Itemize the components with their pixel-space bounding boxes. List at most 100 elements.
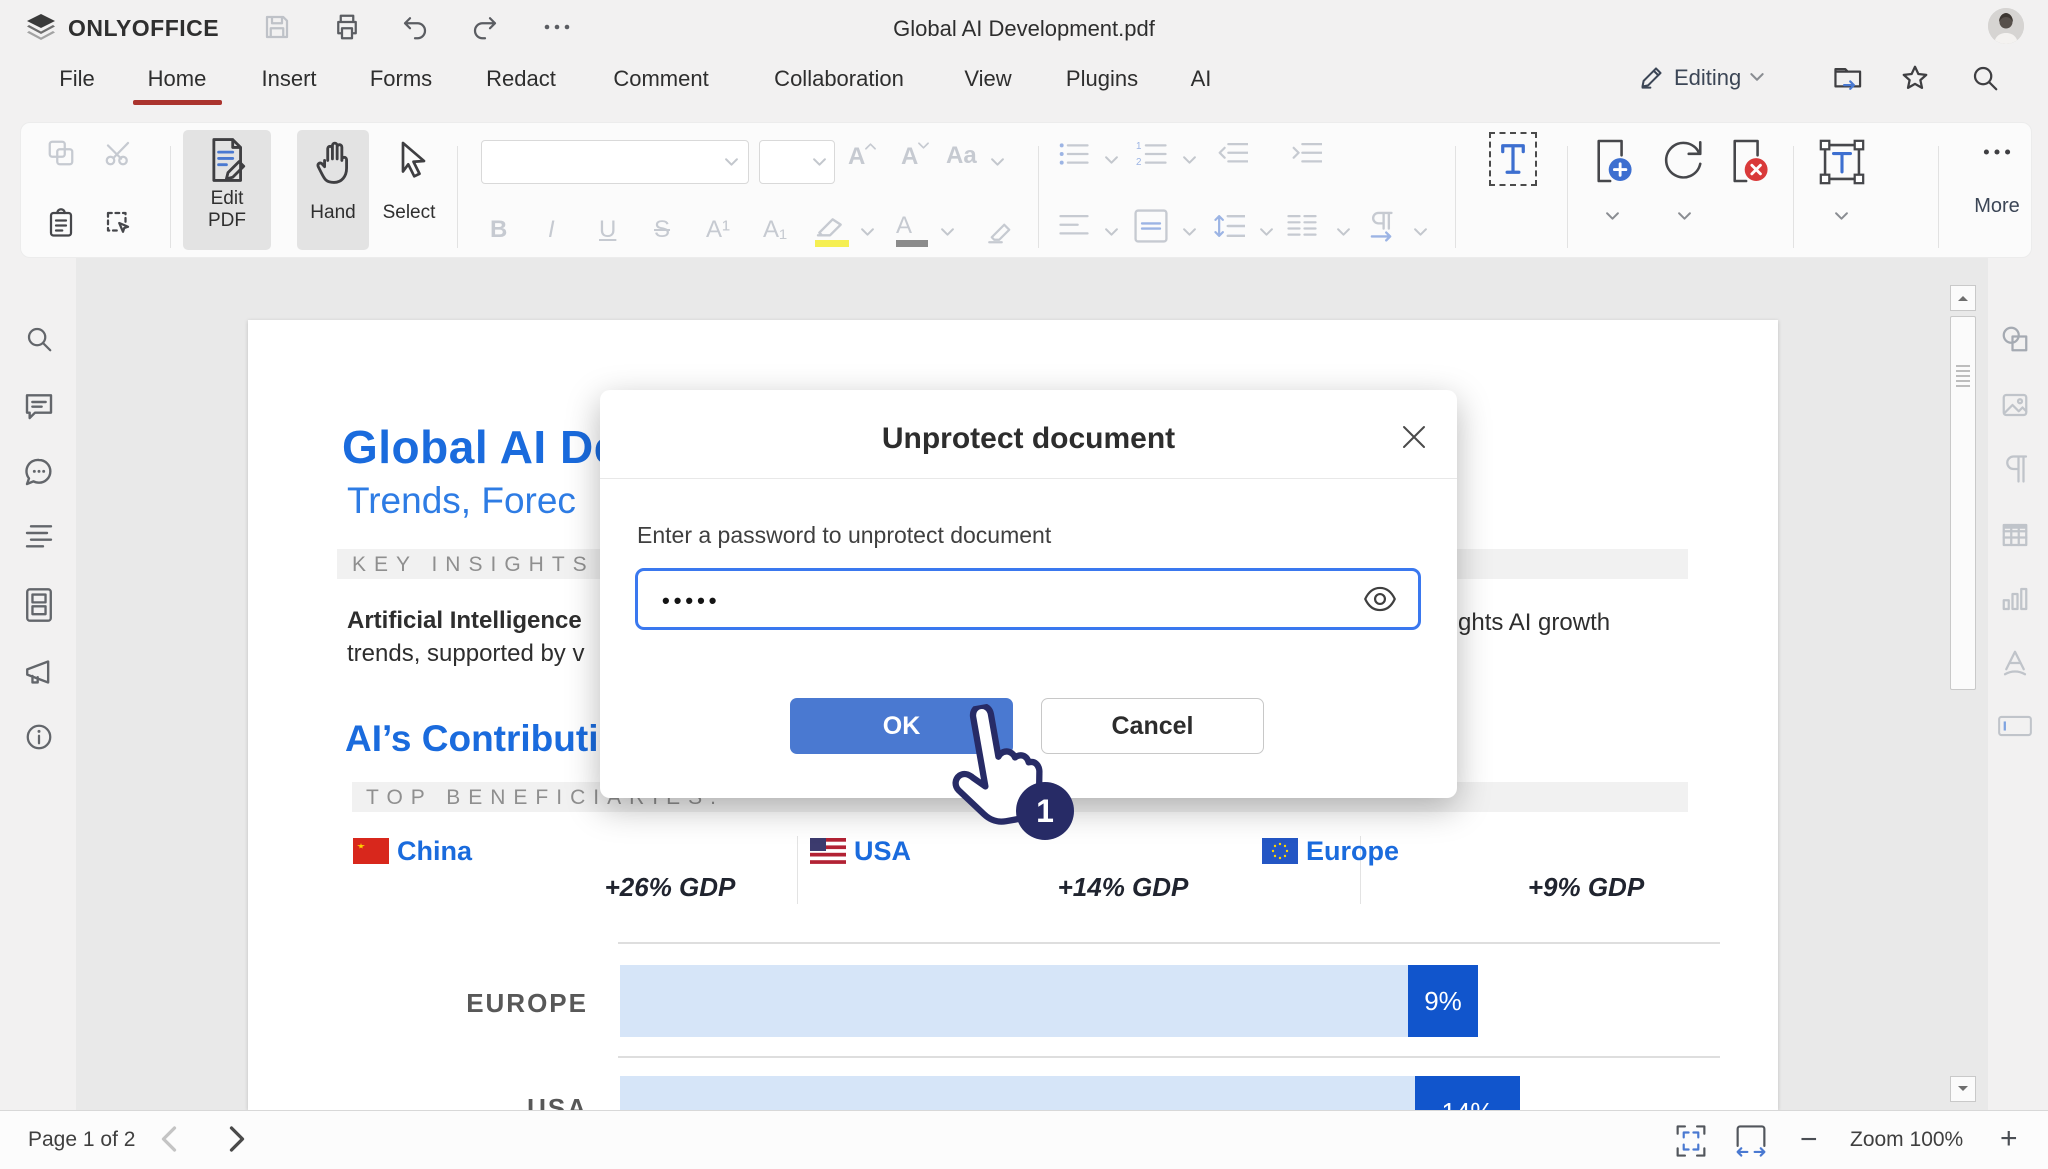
- feedback-icon[interactable]: [22, 656, 56, 688]
- page-thumbnails-icon[interactable]: [24, 588, 54, 622]
- chevron-down-icon[interactable]: [1105, 228, 1118, 237]
- edit-pdf-button[interactable]: EditPDF: [183, 130, 271, 250]
- menu-forms[interactable]: Forms: [370, 66, 432, 92]
- italic-button[interactable]: I: [548, 216, 555, 244]
- edit-pdf-icon: [209, 138, 247, 182]
- subscript-button[interactable]: A₁: [763, 216, 787, 244]
- search-icon[interactable]: [1970, 63, 2000, 93]
- fit-page-icon[interactable]: [1675, 1124, 1707, 1158]
- chart-category-label: USA: [430, 1093, 588, 1110]
- chart-settings-icon[interactable]: [2000, 584, 2030, 614]
- menu-insert[interactable]: Insert: [261, 66, 316, 92]
- menu-view[interactable]: View: [964, 66, 1011, 92]
- copy-icon[interactable]: [46, 138, 76, 168]
- toolbar-more-button[interactable]: More: [1962, 136, 2032, 236]
- scroll-down-button[interactable]: [1950, 1076, 1976, 1102]
- chevron-down-icon[interactable]: [1414, 228, 1427, 237]
- increase-indent-icon[interactable]: [1290, 140, 1322, 168]
- menu-file[interactable]: File: [59, 66, 94, 92]
- strikethrough-button[interactable]: S: [654, 216, 670, 244]
- vertical-align-icon[interactable]: [1133, 208, 1169, 244]
- image-settings-icon[interactable]: [2000, 390, 2030, 420]
- chevron-down-icon[interactable]: [1105, 156, 1118, 165]
- paragraph-direction-icon[interactable]: [1364, 210, 1398, 242]
- select-area-icon[interactable]: [103, 208, 133, 238]
- menu-collaboration[interactable]: Collaboration: [774, 66, 904, 92]
- chevron-down-icon[interactable]: [1606, 212, 1619, 221]
- table-settings-icon[interactable]: [2000, 520, 2030, 550]
- cut-icon[interactable]: [103, 138, 133, 168]
- favorite-star-icon[interactable]: [1900, 63, 1930, 93]
- menu-comment[interactable]: Comment: [613, 66, 708, 92]
- chevron-down-icon[interactable]: [1183, 156, 1196, 165]
- shape-settings-icon[interactable]: [2000, 324, 2030, 354]
- next-page-button[interactable]: [226, 1126, 248, 1152]
- decrease-indent-icon[interactable]: [1216, 140, 1248, 168]
- cancel-button[interactable]: Cancel: [1041, 698, 1264, 754]
- menu-plugins[interactable]: Plugins: [1066, 66, 1138, 92]
- highlight-color-button[interactable]: [813, 214, 851, 250]
- bold-button[interactable]: B: [490, 216, 507, 244]
- zoom-out-button[interactable]: −: [1800, 1125, 1818, 1155]
- clear-style-icon[interactable]: [983, 216, 1013, 246]
- zoom-in-button[interactable]: +: [2000, 1124, 2018, 1154]
- edit-text-object-icon[interactable]: [1818, 138, 1866, 186]
- comments-panel-icon[interactable]: [23, 390, 55, 422]
- chevron-down-icon[interactable]: [1678, 212, 1691, 221]
- avatar[interactable]: [1988, 8, 2024, 44]
- headings-panel-icon[interactable]: [23, 522, 55, 552]
- line-spacing-icon[interactable]: [1213, 212, 1245, 240]
- paragraph-line2-text: trends, supported by v: [347, 640, 584, 668]
- menu-home[interactable]: Home: [148, 66, 207, 92]
- font-color-button[interactable]: A: [896, 212, 930, 250]
- open-file-location-icon[interactable]: [1833, 64, 1865, 94]
- fit-width-icon[interactable]: [1735, 1124, 1767, 1158]
- select-tool-button[interactable]: Select: [372, 130, 446, 250]
- editing-mode-selector[interactable]: Editing: [1638, 64, 1764, 91]
- editing-mode-label: Editing: [1674, 65, 1741, 91]
- password-input[interactable]: •••••: [635, 568, 1421, 630]
- chevron-down-icon[interactable]: [991, 158, 1004, 167]
- chart-gridline: [618, 942, 1720, 944]
- paste-icon[interactable]: [46, 208, 76, 238]
- chat-panel-icon[interactable]: [23, 456, 55, 488]
- chevron-down-icon[interactable]: [941, 228, 954, 237]
- chevron-down-icon[interactable]: [861, 228, 874, 237]
- numbered-list-icon[interactable]: 1 2: [1136, 140, 1168, 168]
- text-box-icon: [1491, 134, 1535, 184]
- rotate-pages-icon[interactable]: [1660, 138, 1706, 184]
- add-page-icon[interactable]: [1593, 138, 1633, 184]
- delete-page-icon[interactable]: [1729, 138, 1769, 184]
- increase-font-size-button[interactable]: A: [848, 142, 876, 171]
- bullet-list-icon[interactable]: [1058, 140, 1090, 168]
- chevron-down-icon[interactable]: [1260, 228, 1273, 237]
- form-settings-icon[interactable]: [1998, 714, 2032, 738]
- hand-tool-button[interactable]: Hand: [297, 130, 369, 250]
- search-panel-icon[interactable]: [24, 324, 54, 354]
- columns-icon[interactable]: [1286, 212, 1318, 240]
- text-art-settings-icon[interactable]: [2000, 648, 2030, 678]
- change-case-button[interactable]: Aa: [946, 142, 977, 170]
- decrease-font-size-button[interactable]: A: [901, 142, 929, 171]
- chevron-down-icon[interactable]: [1835, 212, 1848, 221]
- scrollbar-thumb[interactable]: [1950, 316, 1976, 690]
- paragraph-settings-icon[interactable]: [2002, 454, 2030, 484]
- font-size-select[interactable]: [759, 140, 835, 184]
- menu-redact[interactable]: Redact: [486, 66, 556, 92]
- scroll-up-button[interactable]: [1950, 285, 1976, 311]
- europe-flag-icon: [1262, 838, 1298, 864]
- about-icon[interactable]: [24, 722, 54, 752]
- select-cursor-icon: [394, 140, 430, 182]
- show-password-eye-icon[interactable]: [1364, 584, 1396, 614]
- insert-text-comment-button[interactable]: [1489, 132, 1537, 186]
- align-icon[interactable]: [1058, 212, 1090, 240]
- close-icon[interactable]: [1399, 422, 1429, 452]
- chevron-down-icon[interactable]: [1183, 228, 1196, 237]
- font-name-select[interactable]: [481, 140, 749, 184]
- menu-ai[interactable]: AI: [1191, 66, 1212, 92]
- previous-page-button[interactable]: [158, 1126, 180, 1152]
- chevron-down-icon[interactable]: [1337, 228, 1350, 237]
- underline-button[interactable]: U: [599, 216, 616, 244]
- hand-tool-label: Hand: [297, 202, 369, 224]
- superscript-button[interactable]: A¹: [706, 216, 730, 244]
